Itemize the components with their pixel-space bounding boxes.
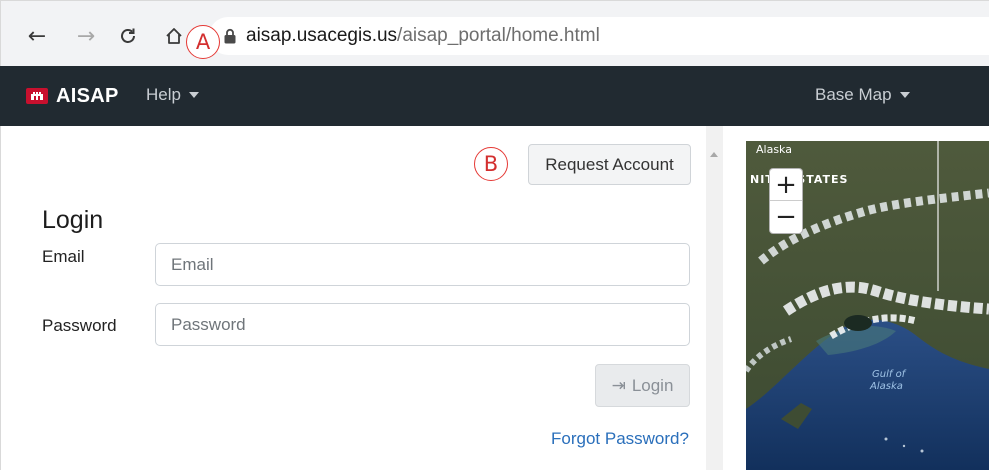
login-button[interactable]: ⇥ Login [595,364,690,407]
browser-toolbar: ← → aisap.usacegis.us/aisap_portal/home.… [0,0,989,66]
brand-name: AISAP [56,84,119,107]
usace-castle-logo-icon [26,88,48,104]
email-label: Email [42,247,85,266]
url-host: aisap.usacegis.us [246,25,398,46]
password-field[interactable] [155,303,690,346]
home-glyph [166,28,182,44]
callout-b: B [474,147,508,181]
base-map-menu[interactable]: Base Map [815,85,910,105]
lock-icon [224,28,236,44]
caret-down-icon [899,92,910,98]
map-zoom-control: + − [769,168,803,234]
reload-icon[interactable] [115,23,141,49]
request-account-button[interactable]: Request Account [528,144,691,185]
reload-glyph [121,28,135,43]
map-label-gulf-line1: Gulf of [872,369,906,380]
login-panel: Request Account Login Email Password ⇥ L… [0,126,706,470]
forgot-password-link[interactable]: Forgot Password? [551,429,689,449]
back-arrow-icon[interactable]: ← [24,23,50,49]
forward-arrow-icon[interactable]: → [73,23,99,49]
sign-in-icon: ⇥ [611,375,626,396]
url-text[interactable]: aisap.usacegis.us/aisap_portal/home.html [246,25,600,47]
help-menu-label: Help [146,85,181,104]
app-navbar: AISAP Help Base Map [0,66,989,126]
help-menu[interactable]: Help [146,85,199,105]
login-panel-scrollbar[interactable] [706,126,723,470]
login-button-label: Login [631,375,674,395]
scroll-up-arrow-icon[interactable] [710,152,718,157]
brand-link[interactable]: AISAP [26,84,119,108]
base-map-menu-label: Base Map [815,85,892,104]
zoom-in-button[interactable]: + [770,169,802,201]
email-field[interactable] [155,243,690,286]
url-path: /aisap_portal/home.html [397,25,600,46]
zoom-out-button[interactable]: − [770,201,802,233]
login-heading: Login [42,206,104,234]
caret-down-icon [188,92,199,98]
home-icon[interactable] [161,23,187,49]
password-label: Password [42,316,117,335]
castle-glyph [31,92,43,100]
map-label-alaska: Alaska [756,143,792,156]
callout-a: A [186,25,220,59]
map-label-gulf-line2: Alaska [870,381,903,392]
